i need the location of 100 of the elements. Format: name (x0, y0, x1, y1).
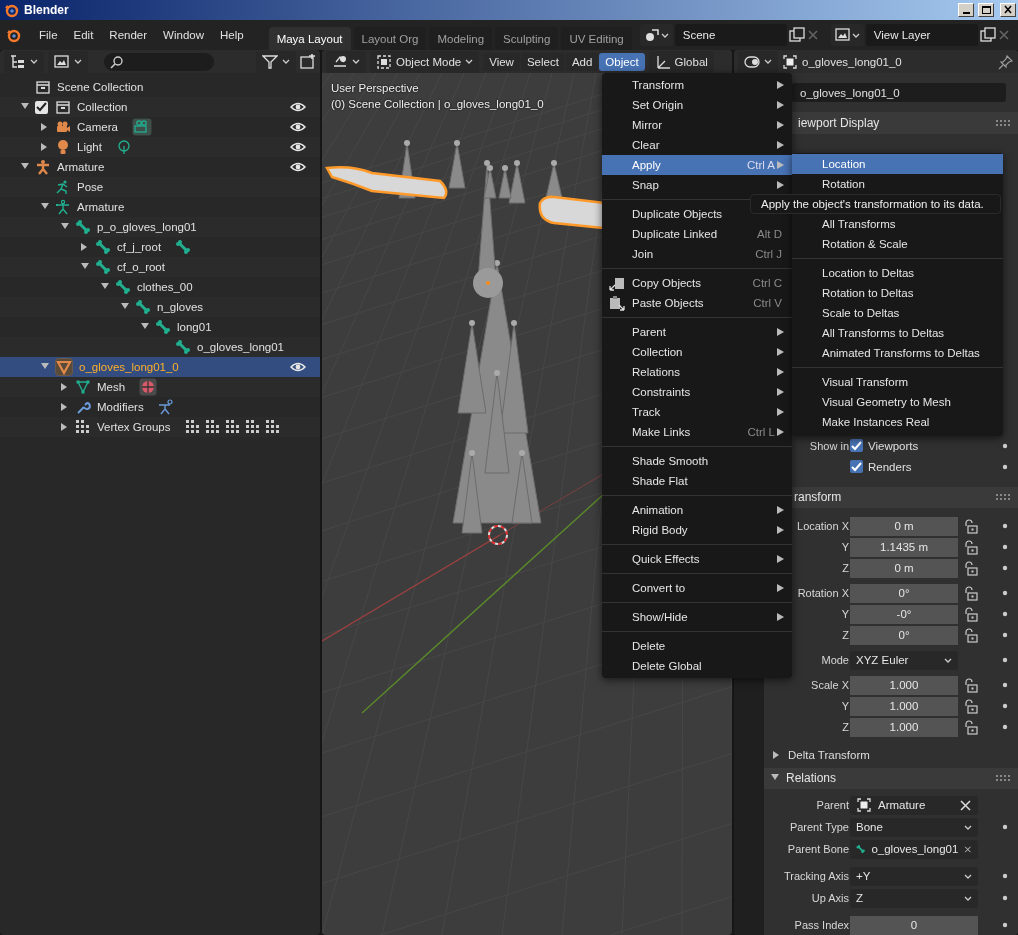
decorator-dot-icon[interactable] (1002, 544, 1008, 551)
close-button[interactable] (1000, 3, 1016, 17)
lock-icon[interactable] (963, 539, 978, 555)
menu-item[interactable]: Paste Objects Ctrl V (602, 293, 792, 313)
grip-icon[interactable] (996, 775, 1010, 782)
header-menu[interactable]: Object (599, 52, 645, 71)
eye-icon[interactable] (290, 360, 306, 374)
grip-icon[interactable] (996, 120, 1010, 127)
menu-item[interactable]: Convert to (602, 578, 792, 598)
lock-icon[interactable] (963, 585, 978, 601)
orientation-dropdown[interactable]: Global (648, 50, 714, 73)
camera-icon[interactable] (131, 118, 152, 136)
menu-item[interactable]: Rigid Body (602, 520, 792, 540)
mode-dropdown[interactable]: Object Mode (370, 50, 480, 73)
decorator-dot-icon[interactable] (1002, 724, 1008, 731)
header-menu[interactable]: View (483, 52, 520, 71)
menu-item[interactable]: Rotation to Deltas (792, 283, 1003, 303)
lock-icon[interactable] (963, 606, 978, 622)
editor-type-button[interactable] (738, 50, 778, 73)
lock-icon[interactable] (963, 698, 978, 714)
menu-item[interactable]: Apply Ctrl A (602, 155, 792, 175)
workspace-tab[interactable]: Modeling (429, 27, 493, 50)
scene-field[interactable]: Scene (674, 24, 787, 46)
decorator-dot-icon[interactable] (1002, 442, 1008, 449)
number-field[interactable]: 1.000 (850, 696, 958, 716)
outliner-row[interactable]: o_gloves_long01_0 (0, 357, 320, 377)
grid-icon[interactable] (224, 419, 241, 435)
menu-item[interactable]: Window (156, 26, 211, 44)
menu-item[interactable]: All Transforms (792, 214, 1003, 234)
outliner-row[interactable]: Scene Collection (0, 77, 320, 97)
decorator-dot-icon[interactable] (1002, 873, 1008, 879)
menu-item[interactable]: Render (102, 26, 155, 44)
menu-item[interactable]: Rotation (792, 174, 1003, 194)
menu-item[interactable]: Relations (602, 362, 792, 382)
menu-item[interactable]: Location to Deltas (792, 263, 1003, 283)
duplicate-icon[interactable] (979, 27, 996, 43)
menu-item[interactable]: Collection (602, 342, 792, 362)
menu-item[interactable]: Delete (602, 636, 792, 656)
decorator-dot-icon[interactable] (1002, 523, 1008, 530)
number-field[interactable]: 0° (850, 625, 958, 645)
outliner-row[interactable]: Armature (0, 197, 320, 217)
menu-item[interactable]: All Transforms to Deltas (792, 323, 1003, 343)
number-field[interactable]: 1.1435 m (850, 537, 958, 557)
menu-item[interactable]: Delete Global (602, 656, 792, 676)
menu-item[interactable]: Constraints (602, 382, 792, 402)
decorator-dot-icon[interactable] (1002, 922, 1008, 928)
number-field[interactable]: 1.000 (850, 675, 958, 695)
header-menu[interactable]: Add (565, 52, 599, 71)
menu-item[interactable]: Transform (602, 75, 792, 95)
lock-icon[interactable] (963, 560, 978, 576)
menu-item[interactable]: Help (213, 26, 251, 44)
decorator-dot-icon[interactable] (1002, 895, 1008, 901)
pin-icon[interactable] (998, 53, 1014, 70)
object-field[interactable]: o_gloves_long01 (850, 839, 978, 859)
lock-icon[interactable] (963, 719, 978, 735)
decorator-dot-icon[interactable] (1002, 703, 1008, 710)
menu-item[interactable]: Set Origin (602, 95, 792, 115)
menu-item[interactable]: Rotation & Scale (792, 234, 1003, 254)
grid-icon[interactable] (184, 419, 201, 435)
outliner-row[interactable]: Modifiers (0, 397, 320, 417)
panel-header[interactable]: Relations (764, 767, 1018, 789)
menu-item[interactable]: Visual Geometry to Mesh (792, 392, 1003, 412)
light-bulb-icon[interactable] (115, 139, 132, 155)
display-mode-button[interactable] (48, 50, 88, 73)
decorator-dot-icon[interactable] (1002, 682, 1008, 689)
blender-logo-icon[interactable] (6, 27, 22, 43)
filter-button[interactable] (256, 50, 296, 73)
grid-icon[interactable] (204, 419, 221, 435)
decorator-dot-icon[interactable] (1002, 657, 1008, 664)
workspace-tab[interactable]: Layout Org (353, 27, 427, 50)
editor-type-button[interactable] (326, 50, 366, 73)
dropdown[interactable]: +Y (850, 866, 978, 886)
menu-item[interactable]: Parent (602, 322, 792, 342)
name-field[interactable]: o_gloves_long01_0 (792, 83, 1006, 103)
number-field[interactable]: 0 (850, 915, 978, 935)
number-field[interactable]: 1.000 (850, 717, 958, 737)
number-field[interactable]: 0 m (850, 516, 958, 536)
subpanel-header[interactable]: Delta Transform (764, 745, 1018, 765)
new-collection-icon[interactable] (300, 53, 316, 70)
checkbox[interactable] (850, 439, 863, 453)
menu-item[interactable]: Location (792, 154, 1003, 174)
clear-icon[interactable] (959, 798, 972, 812)
menu-item[interactable]: Copy Objects Ctrl C (602, 273, 792, 293)
menu-item[interactable]: File (32, 26, 65, 44)
menu-item[interactable]: Quick Effects (602, 549, 792, 569)
decorator-dot-icon[interactable] (1002, 611, 1008, 618)
menu-item[interactable]: Clear (602, 135, 792, 155)
dropdown[interactable]: Z (850, 888, 978, 908)
view-layer-browse-button[interactable] (830, 24, 864, 46)
number-field[interactable]: 0 m (850, 558, 958, 578)
bone-icon[interactable] (175, 239, 192, 255)
object-field[interactable]: Armature (850, 795, 978, 815)
menu-item[interactable]: Visual Transform (792, 372, 1003, 392)
outliner-row[interactable]: cf_j_root (0, 237, 320, 257)
menu-item[interactable]: Duplicate Linked Alt D (602, 224, 792, 244)
grid-icon[interactable] (244, 419, 261, 435)
close-icon[interactable] (806, 29, 819, 41)
number-field[interactable]: 0° (850, 583, 958, 603)
menu-item[interactable]: Show/Hide (602, 607, 792, 627)
decorator-dot-icon[interactable] (1002, 590, 1008, 597)
